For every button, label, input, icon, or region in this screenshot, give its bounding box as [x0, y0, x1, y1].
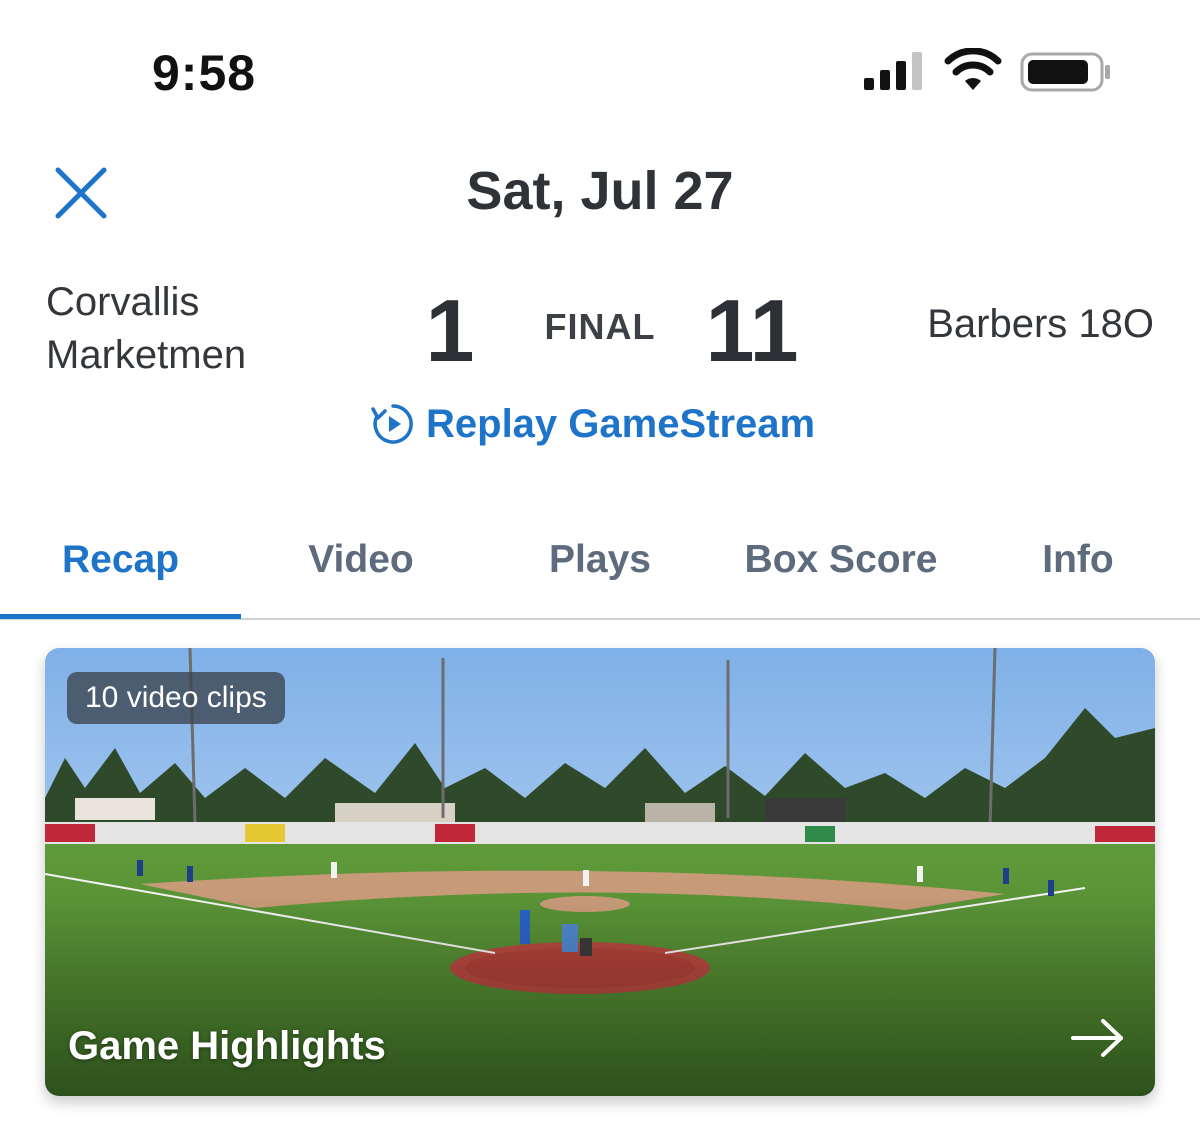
replay-gamestream-link[interactable]: Replay GameStream: [370, 396, 815, 452]
replay-label: Replay GameStream: [426, 401, 816, 446]
tab-bar: Recap Video Plays Box Score Info: [0, 520, 1200, 620]
tab-plays[interactable]: Plays: [481, 538, 719, 598]
tab-box-score[interactable]: Box Score: [719, 538, 963, 598]
game-highlights-card[interactable]: 10 video clips Game Highlights: [45, 648, 1155, 1096]
status-time: 9:58: [152, 45, 257, 101]
away-team-name[interactable]: Corvallis Marketmen: [46, 276, 346, 382]
signal-icon: [864, 52, 922, 90]
home-score: 11: [705, 281, 799, 380]
close-icon[interactable]: [48, 160, 114, 226]
away-team-label: Corvallis Marketmen: [46, 280, 247, 377]
status-bar: 9:58: [0, 0, 1200, 140]
home-team-name[interactable]: Barbers 18O: [880, 302, 1154, 347]
active-tab-indicator: [0, 614, 241, 619]
game-status: FINAL: [544, 306, 656, 347]
card-title: Game Highlights: [68, 1024, 386, 1068]
replay-icon: [371, 404, 413, 444]
away-score: 1: [425, 281, 475, 380]
wifi-icon: [944, 48, 1002, 90]
arrow-right-icon: [1071, 1019, 1123, 1057]
tab-video[interactable]: Video: [241, 538, 481, 598]
video-clips-badge: 10 video clips: [67, 672, 285, 724]
tab-info[interactable]: Info: [963, 538, 1193, 598]
battery-icon: [1020, 52, 1110, 92]
tab-recap[interactable]: Recap: [0, 538, 241, 598]
page-title: Sat, Jul 27: [466, 161, 734, 221]
